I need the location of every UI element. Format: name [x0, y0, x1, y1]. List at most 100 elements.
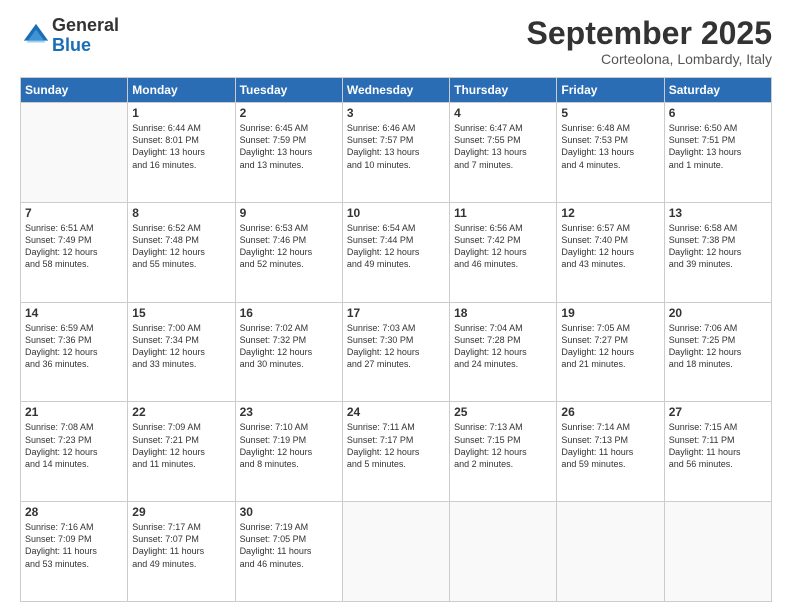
cell-text: Sunrise: 7:14 AMSunset: 7:13 PMDaylight:… [561, 421, 659, 470]
day-number: 27 [669, 405, 767, 419]
cell-text: Sunrise: 6:59 AMSunset: 7:36 PMDaylight:… [25, 322, 123, 371]
calendar-cell: 22Sunrise: 7:09 AMSunset: 7:21 PMDayligh… [128, 402, 235, 502]
calendar-cell: 14 Sunrise: 6:59 AMSunset: 7:36 PMDayligh… [21, 302, 128, 402]
cell-text: Sunrise: 7:10 AMSunset: 7:19 PMDaylight:… [240, 421, 338, 470]
cell-text: Sunrise: 7:08 AMSunset: 7:23 PMDaylight:… [25, 421, 123, 470]
location: Corteolona, Lombardy, Italy [527, 51, 772, 67]
day-number: 29 [132, 505, 230, 519]
month-title: September 2025 [527, 16, 772, 51]
cell-text: Sunrise: 7:19 AMSunset: 7:05 PMDaylight:… [240, 521, 338, 570]
day-number: 5 [561, 106, 659, 120]
calendar-cell: 23 Sunrise: 7:10 AMSunset: 7:19 PMDayligh… [235, 402, 342, 502]
day-number: 4 [454, 106, 552, 120]
logo-blue-text: Blue [52, 35, 91, 55]
cell-text: Sunrise: 7:15 AMSunset: 7:11 PMDaylight:… [669, 421, 767, 470]
calendar-cell: 25 Sunrise: 7:13 AMSunset: 7:15 PMDayligh… [450, 402, 557, 502]
calendar-cell: 18 Sunrise: 7:04 AMSunset: 7:28 PMDayligh… [450, 302, 557, 402]
day-number: 1 [132, 106, 230, 120]
cell-text: Sunrise: 6:51 AMSunset: 7:49 PMDaylight:… [25, 222, 123, 271]
calendar-cell: 30Sunrise: 7:19 AMSunset: 7:05 PMDayligh… [235, 502, 342, 602]
calendar-cell [664, 502, 771, 602]
calendar-cell [450, 502, 557, 602]
calendar-week-row: 1 Sunrise: 6:44 AMSunset: 8:01 PMDaylight… [21, 103, 772, 203]
day-number: 19 [561, 306, 659, 320]
calendar-cell: 17Sunrise: 7:03 AMSunset: 7:30 PMDayligh… [342, 302, 449, 402]
calendar-cell: 8 Sunrise: 6:52 AMSunset: 7:48 PMDaylight… [128, 202, 235, 302]
day-number: 12 [561, 206, 659, 220]
cell-text: Sunrise: 6:56 AMSunset: 7:42 PMDaylight:… [454, 222, 552, 271]
calendar-day-header: Saturday [664, 78, 771, 103]
cell-text: Sunrise: 7:13 AMSunset: 7:15 PMDaylight:… [454, 421, 552, 470]
cell-text: Sunrise: 6:45 AMSunset: 7:59 PMDaylight:… [240, 122, 338, 171]
calendar-cell: 4 Sunrise: 6:47 AMSunset: 7:55 PMDaylight… [450, 103, 557, 203]
day-number: 24 [347, 405, 445, 419]
day-number: 22 [132, 405, 230, 419]
day-number: 7 [25, 206, 123, 220]
calendar-cell: 24 Sunrise: 7:11 AMSunset: 7:17 PMDayligh… [342, 402, 449, 502]
day-number: 6 [669, 106, 767, 120]
calendar-day-header: Sunday [21, 78, 128, 103]
day-number: 13 [669, 206, 767, 220]
cell-text: Sunrise: 6:48 AMSunset: 7:53 PMDaylight:… [561, 122, 659, 171]
calendar-cell: 9 Sunrise: 6:53 AMSunset: 7:46 PMDaylight… [235, 202, 342, 302]
calendar-cell: 1 Sunrise: 6:44 AMSunset: 8:01 PMDaylight… [128, 103, 235, 203]
cell-text: Sunrise: 6:53 AMSunset: 7:46 PMDaylight:… [240, 222, 338, 271]
calendar-cell [342, 502, 449, 602]
day-number: 11 [454, 206, 552, 220]
calendar-week-row: 21 Sunrise: 7:08 AMSunset: 7:23 PMDayligh… [21, 402, 772, 502]
day-number: 8 [132, 206, 230, 220]
day-number: 21 [25, 405, 123, 419]
calendar-cell: 11 Sunrise: 6:56 AMSunset: 7:42 PMDayligh… [450, 202, 557, 302]
day-number: 9 [240, 206, 338, 220]
calendar-week-row: 14 Sunrise: 6:59 AMSunset: 7:36 PMDayligh… [21, 302, 772, 402]
calendar-cell: 27 Sunrise: 7:15 AMSunset: 7:11 PMDayligh… [664, 402, 771, 502]
day-number: 23 [240, 405, 338, 419]
cell-text: Sunrise: 7:04 AMSunset: 7:28 PMDaylight:… [454, 322, 552, 371]
cell-text: Sunrise: 7:00 AMSunset: 7:34 PMDaylight:… [132, 322, 230, 371]
calendar-header-row: SundayMondayTuesdayWednesdayThursdayFrid… [21, 78, 772, 103]
cell-text: Sunrise: 6:52 AMSunset: 7:48 PMDaylight:… [132, 222, 230, 271]
logo-general-text: General [52, 15, 119, 35]
page: General Blue September 2025 Corteolona, … [0, 0, 792, 612]
calendar-cell: 19Sunrise: 7:05 AMSunset: 7:27 PMDayligh… [557, 302, 664, 402]
calendar-day-header: Friday [557, 78, 664, 103]
day-number: 2 [240, 106, 338, 120]
cell-text: Sunrise: 7:11 AMSunset: 7:17 PMDaylight:… [347, 421, 445, 470]
calendar-day-header: Wednesday [342, 78, 449, 103]
calendar-cell: 2 Sunrise: 6:45 AMSunset: 7:59 PMDaylight… [235, 103, 342, 203]
day-number: 20 [669, 306, 767, 320]
day-number: 25 [454, 405, 552, 419]
title-block: September 2025 Corteolona, Lombardy, Ita… [527, 16, 772, 67]
calendar-cell: 26Sunrise: 7:14 AMSunset: 7:13 PMDayligh… [557, 402, 664, 502]
calendar-week-row: 28Sunrise: 7:16 AMSunset: 7:09 PMDayligh… [21, 502, 772, 602]
calendar-table: SundayMondayTuesdayWednesdayThursdayFrid… [20, 77, 772, 602]
cell-text: Sunrise: 6:46 AMSunset: 7:57 PMDaylight:… [347, 122, 445, 171]
logo-icon [22, 22, 50, 50]
day-number: 28 [25, 505, 123, 519]
logo: General Blue [20, 16, 119, 56]
cell-text: Sunrise: 6:50 AMSunset: 7:51 PMDaylight:… [669, 122, 767, 171]
calendar-day-header: Monday [128, 78, 235, 103]
calendar-cell: 12 Sunrise: 6:57 AMSunset: 7:40 PMDayligh… [557, 202, 664, 302]
cell-text: Sunrise: 6:57 AMSunset: 7:40 PMDaylight:… [561, 222, 659, 271]
calendar-cell [21, 103, 128, 203]
calendar-cell: 3 Sunrise: 6:46 AMSunset: 7:57 PMDaylight… [342, 103, 449, 203]
calendar-cell: 29 Sunrise: 7:17 AMSunset: 7:07 PMDayligh… [128, 502, 235, 602]
day-number: 18 [454, 306, 552, 320]
cell-text: Sunrise: 7:06 AMSunset: 7:25 PMDaylight:… [669, 322, 767, 371]
cell-text: Sunrise: 7:02 AMSunset: 7:32 PMDaylight:… [240, 322, 338, 371]
day-number: 14 [25, 306, 123, 320]
cell-text: Sunrise: 7:17 AMSunset: 7:07 PMDaylight:… [132, 521, 230, 570]
cell-text: Sunrise: 7:03 AMSunset: 7:30 PMDaylight:… [347, 322, 445, 371]
day-number: 16 [240, 306, 338, 320]
calendar-day-header: Tuesday [235, 78, 342, 103]
calendar-cell: 15Sunrise: 7:00 AMSunset: 7:34 PMDayligh… [128, 302, 235, 402]
calendar-cell: 6 Sunrise: 6:50 AMSunset: 7:51 PMDaylight… [664, 103, 771, 203]
calendar-cell: 7 Sunrise: 6:51 AMSunset: 7:49 PMDaylight… [21, 202, 128, 302]
cell-text: Sunrise: 6:47 AMSunset: 7:55 PMDaylight:… [454, 122, 552, 171]
cell-text: Sunrise: 6:44 AMSunset: 8:01 PMDaylight:… [132, 122, 230, 171]
day-number: 3 [347, 106, 445, 120]
cell-text: Sunrise: 6:54 AMSunset: 7:44 PMDaylight:… [347, 222, 445, 271]
calendar-cell: 20 Sunrise: 7:06 AMSunset: 7:25 PMDayligh… [664, 302, 771, 402]
calendar-cell: 21 Sunrise: 7:08 AMSunset: 7:23 PMDayligh… [21, 402, 128, 502]
